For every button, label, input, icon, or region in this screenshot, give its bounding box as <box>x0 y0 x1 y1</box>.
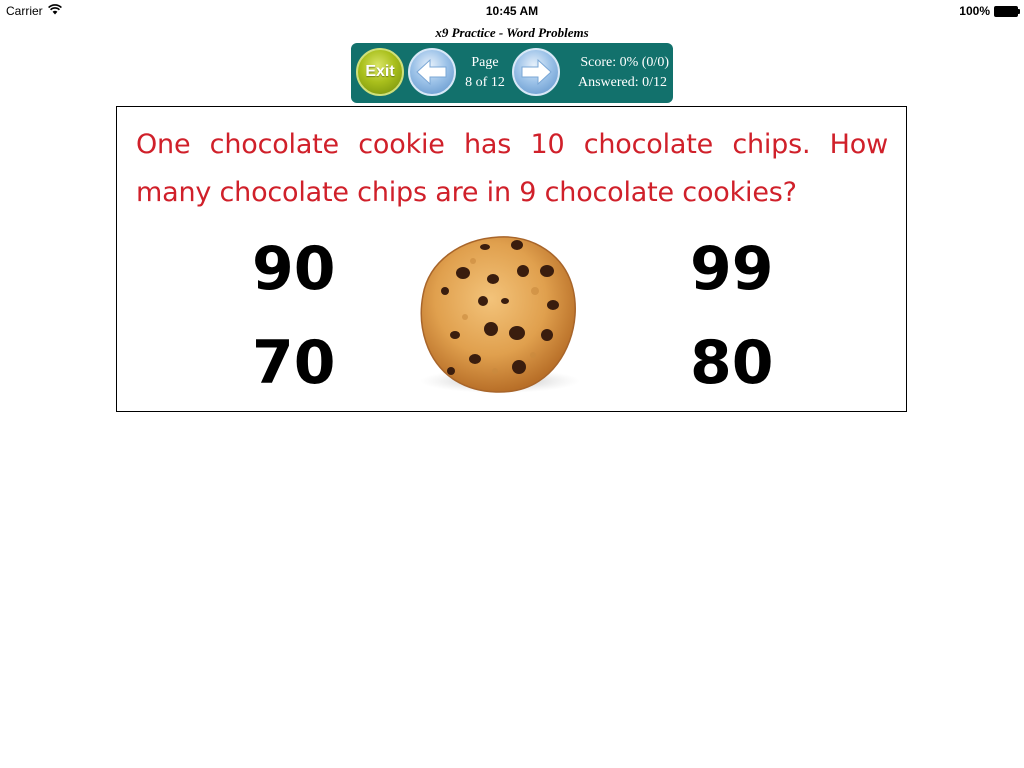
status-time: 10:45 AM <box>485 4 539 18</box>
answer-option-4[interactable]: 80 <box>690 333 774 393</box>
left-arrow-icon <box>416 58 447 86</box>
battery-percent: 100% <box>959 4 990 18</box>
status-right: 100% <box>959 4 1020 18</box>
navigation-toolbar: Exit Page 8 of 12 Score: 0% (0/0) Answer… <box>351 43 673 103</box>
app-screen: Carrier 10:45 AM 100% x9 Practice - Word… <box>0 0 1024 768</box>
question-text: One chocolate cookie has 10 chocolate ch… <box>136 129 888 208</box>
battery-icon <box>994 5 1020 17</box>
page-label: Page <box>471 55 499 70</box>
exit-button[interactable]: Exit <box>356 48 404 96</box>
answered-text: Answered: 0/12 <box>577 75 667 90</box>
chocolate-chip-cookie-image <box>415 231 585 397</box>
previous-page-button[interactable] <box>408 48 456 96</box>
score-panel: Score: 0% (0/0) Answered: 0/12 <box>563 53 669 93</box>
next-page-button[interactable] <box>512 48 560 96</box>
score-text: Score: 0% (0/0) <box>580 55 669 70</box>
answer-option-3[interactable]: 70 <box>252 333 336 393</box>
right-arrow-icon <box>521 58 552 86</box>
answer-option-1[interactable]: 90 <box>252 239 336 299</box>
page-indicator: Page 8 of 12 <box>458 53 512 93</box>
app-title: x9 Practice - Word Problems <box>435 25 589 40</box>
question-card: One chocolate cookie has 10 chocolate ch… <box>116 106 907 412</box>
status-bar: Carrier 10:45 AM 100% <box>0 0 1024 22</box>
answer-option-2[interactable]: 99 <box>690 239 774 299</box>
page-value: 8 of 12 <box>465 75 505 90</box>
